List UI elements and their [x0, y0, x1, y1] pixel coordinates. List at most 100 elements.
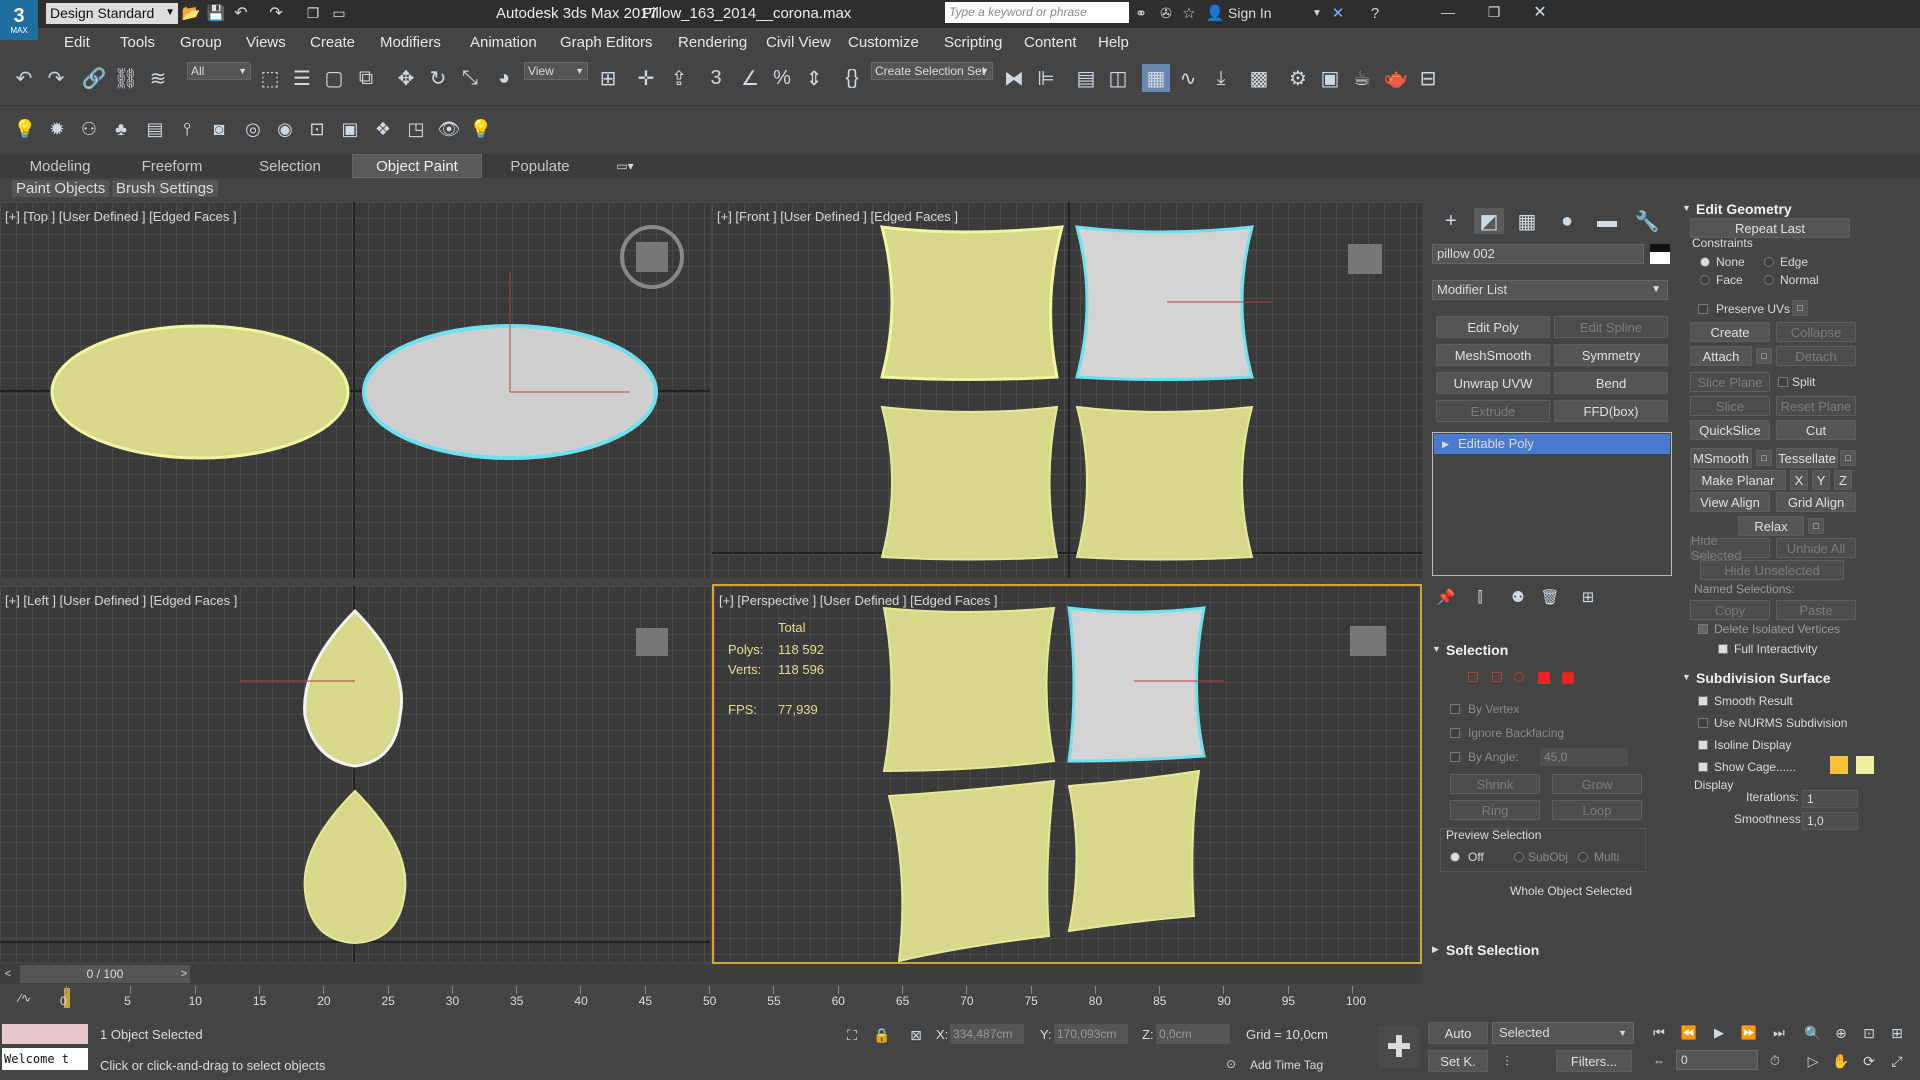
app-logo[interactable]: 3 MAX — [0, 0, 38, 40]
smooth-result-checkbox[interactable] — [1698, 696, 1708, 706]
manipulate-icon[interactable]: ✛ — [632, 64, 660, 92]
cage-color-swatch[interactable] — [1830, 756, 1848, 774]
scene-explorer-icon[interactable]: ▤ — [1072, 64, 1100, 92]
pivot-icon[interactable]: ⊞ — [594, 64, 622, 92]
paste-button[interactable]: Paste — [1776, 600, 1856, 620]
unwrap-uvw-button[interactable]: Unwrap UVW — [1436, 372, 1550, 394]
menu-rendering[interactable]: Rendering — [678, 34, 747, 51]
schematic-view-icon[interactable]: ⤓ — [1207, 64, 1235, 92]
binoculars-icon[interactable]: ⚭ — [1130, 2, 1152, 24]
smoothness-spinner[interactable]: 1,0 — [1802, 812, 1858, 830]
select-by-name-icon[interactable]: ☰ — [288, 64, 316, 92]
layer-explorer-icon[interactable]: ◫ — [1104, 64, 1132, 92]
border-icon[interactable] — [1514, 672, 1524, 682]
copy-button[interactable]: Copy — [1690, 600, 1770, 620]
project-folder-icon[interactable]: ❐ — [302, 2, 324, 24]
help-icon[interactable]: ? — [1364, 2, 1386, 24]
chevron-down-icon[interactable]: ▼ — [1310, 2, 1324, 24]
edit-spline-button[interactable]: Edit Spline — [1554, 316, 1668, 338]
subtab-paint-objects[interactable]: Paint Objects — [12, 180, 110, 197]
hide-unselected-button[interactable]: Hide Unselected — [1700, 560, 1844, 580]
named-selection-dropdown[interactable]: Create Selection Set ▼ — [871, 62, 993, 80]
x-coordinate-field[interactable]: 334,487cm — [950, 1024, 1024, 1044]
modifier-stack[interactable]: ▶ Editable Poly — [1432, 432, 1672, 576]
stack-item-editable-poly[interactable]: ▶ Editable Poly — [1434, 434, 1670, 454]
absolute-mode-icon[interactable]: ⊠ — [904, 1024, 928, 1046]
loop-button[interactable]: Loop — [1552, 800, 1642, 820]
attach-button[interactable]: Attach — [1690, 346, 1752, 366]
material-icon[interactable]: ◉ — [272, 116, 298, 142]
preview-off-radio[interactable] — [1450, 852, 1460, 862]
grow-button[interactable]: Grow — [1552, 774, 1642, 794]
redo-icon[interactable]: ↷ — [42, 64, 70, 92]
region-icon[interactable]: ◳ — [403, 116, 429, 142]
key-filter-dropdown[interactable]: Selected ▼ — [1492, 1022, 1634, 1044]
render-setup-icon[interactable]: ⚙ — [1284, 64, 1312, 92]
material-editor-icon[interactable]: ▩ — [1245, 64, 1273, 92]
menu-customize[interactable]: Customize — [848, 34, 919, 51]
remove-modifier-icon[interactable]: 🗑 — [1538, 586, 1562, 608]
menu-civil-view[interactable]: Civil View — [766, 34, 831, 51]
time-slider-thumb[interactable]: 0 / 100 — [20, 965, 190, 983]
scale-icon[interactable]: ⤡ — [456, 64, 484, 92]
maximize-viewport-icon[interactable]: ⤢ — [1884, 1050, 1910, 1072]
delete-isolated-checkbox[interactable] — [1698, 624, 1708, 634]
angle-spinner[interactable]: 45,0 — [1540, 748, 1628, 766]
ribbon-options-icon[interactable]: ▭▾ — [610, 156, 640, 176]
window-icon[interactable]: ▭ — [328, 2, 350, 24]
exchange-icon[interactable]: ✕ — [1326, 2, 1350, 24]
place-icon[interactable]: ◕ — [490, 64, 518, 92]
modifier-list-dropdown[interactable]: Modifier List ▼ — [1432, 280, 1668, 300]
render-iterative-icon[interactable]: 🫖 — [1382, 64, 1410, 92]
previous-frame-icon[interactable]: ⏪ — [1676, 1022, 1702, 1044]
decal-icon[interactable]: ⫯ — [174, 116, 200, 142]
reset-plane-button[interactable]: Reset Plane — [1776, 396, 1856, 416]
user-icon[interactable]: 👤 — [1205, 2, 1225, 24]
move-icon[interactable]: ✥ — [392, 64, 420, 92]
msmooth-button[interactable]: MSmooth — [1690, 448, 1752, 468]
relax-settings[interactable]: □ — [1808, 518, 1824, 534]
constraint-edge-radio[interactable] — [1764, 257, 1774, 267]
use-nurms-checkbox[interactable] — [1698, 718, 1708, 728]
auto-key-button[interactable]: Auto — [1428, 1022, 1488, 1044]
filters-button[interactable]: Filters... — [1556, 1050, 1632, 1072]
by-vertex-checkbox[interactable] — [1450, 704, 1460, 714]
menu-group[interactable]: Group — [180, 34, 222, 51]
msmooth-settings[interactable]: □ — [1756, 450, 1772, 466]
motion-tab-icon[interactable]: ● — [1552, 208, 1582, 234]
constraint-normal-radio[interactable] — [1764, 275, 1774, 285]
preserve-uvs-checkbox[interactable] — [1698, 304, 1708, 314]
object-name-field[interactable]: pillow 002 — [1432, 244, 1644, 264]
ring-button[interactable]: Ring — [1450, 800, 1540, 820]
tab-populate[interactable]: Populate — [490, 154, 590, 178]
edit-poly-button[interactable]: Edit Poly — [1436, 316, 1550, 338]
preserve-uvs-settings[interactable]: □ — [1792, 300, 1808, 316]
planar-x-button[interactable]: X — [1790, 470, 1808, 490]
menu-edit[interactable]: Edit — [64, 34, 90, 51]
keyboard-shortcut-icon[interactable]: ⇪ — [665, 64, 693, 92]
zoom-extents-icon[interactable]: ⊡ — [1856, 1022, 1882, 1044]
angle-snap-icon[interactable]: ∠ — [736, 64, 764, 92]
field-of-view-icon[interactable]: ▷ — [1800, 1050, 1826, 1072]
window-crossing-icon[interactable]: ⧉ — [352, 64, 380, 92]
viewport-left[interactable]: [+] [Left ] [User Defined ] [Edged Faces… — [0, 586, 710, 962]
time-slider[interactable]: < 0 / 100 > — [0, 964, 1422, 984]
menu-modifiers[interactable]: Modifiers — [380, 34, 441, 51]
soft-selection-rollout-header[interactable]: Soft Selection — [1446, 942, 1539, 958]
viewport-perspective[interactable]: [+] [Perspective ] [User Defined ] [Edge… — [712, 584, 1422, 964]
meshsmooth-button[interactable]: MeshSmooth — [1436, 344, 1550, 366]
ffd-box-button[interactable]: FFD(box) — [1554, 400, 1668, 422]
menu-scripting[interactable]: Scripting — [944, 34, 1002, 51]
spinner-snap-icon[interactable]: ⇕ — [800, 64, 828, 92]
chevron-left-icon[interactable]: < — [0, 964, 16, 984]
rendered-frame-icon[interactable]: ▣ — [1316, 64, 1344, 92]
next-frame-icon[interactable]: ⏩ — [1736, 1022, 1762, 1044]
go-to-start-icon[interactable]: ⏮ — [1646, 1022, 1672, 1044]
tessellate-button[interactable]: Tessellate — [1776, 448, 1838, 468]
camera-icon[interactable]: ⚇ — [76, 116, 102, 142]
maxscript-input[interactable]: Welcome t — [2, 1048, 88, 1070]
full-interactivity-checkbox[interactable] — [1718, 644, 1728, 654]
slice-plane-button[interactable]: Slice Plane — [1690, 372, 1770, 392]
vfb-icon[interactable]: ▣ — [337, 116, 363, 142]
subscription-icon[interactable]: ✇ — [1155, 2, 1177, 24]
